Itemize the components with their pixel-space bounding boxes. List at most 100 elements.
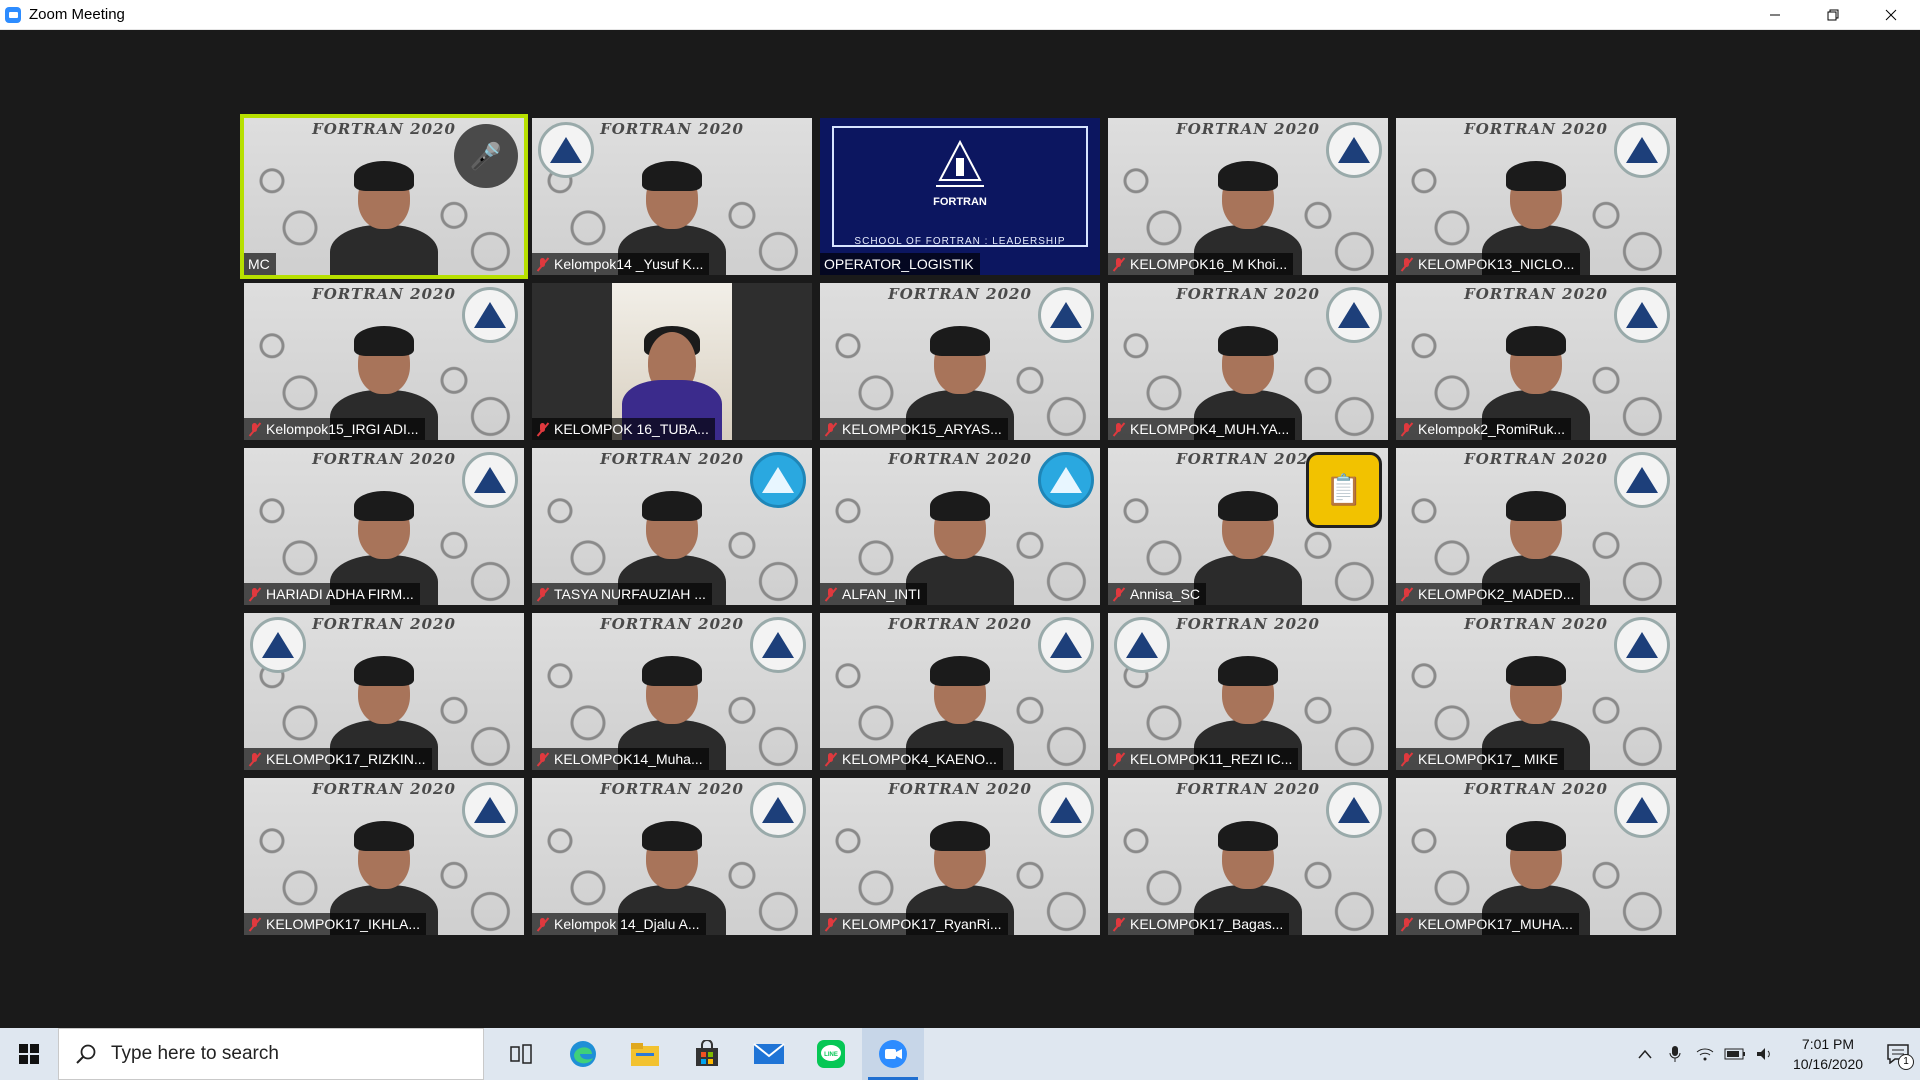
muted-mic-icon (824, 752, 837, 767)
volume-button[interactable] (1750, 1028, 1780, 1080)
zoom-icon (879, 1040, 907, 1068)
participant-tile[interactable]: FORTRAN 2020 TASYA NURFAUZIAH ... (532, 448, 812, 605)
close-button[interactable] (1862, 0, 1920, 29)
fortran-logo-icon (1326, 287, 1382, 343)
participant-name: KELOMPOK11_REZI IC... (1130, 751, 1293, 767)
participant-tile[interactable]: FORTRAN 2020 KELOMPOK13_NICLO... (1396, 118, 1676, 275)
participant-name-bar: KELOMPOK17_IKHLA... (244, 913, 427, 935)
fortran-logo-icon (1038, 617, 1094, 673)
fortran-logo-icon (538, 122, 594, 178)
fortran-emblem-icon (936, 140, 984, 187)
microphone-tray-button[interactable] (1660, 1028, 1690, 1080)
participant-tile[interactable]: FORTRAN 2020 HARIADI ADHA FIRM... (244, 448, 524, 605)
minimize-button[interactable] (1746, 0, 1804, 29)
file-explorer-button[interactable] (614, 1028, 676, 1080)
action-center-button[interactable]: 1 (1876, 1028, 1920, 1080)
participant-tile[interactable]: FORTRAN 2020 KELOMPOK4_KAENO... (820, 613, 1100, 770)
participant-name-bar: KELOMPOK16_M Khoi... (1108, 253, 1294, 275)
zoom-taskbar-button[interactable] (862, 1028, 924, 1080)
muted-mic-icon (1400, 422, 1413, 437)
slide-tagline: SCHOOL OF FORTRAN : LEADERSHIP (854, 236, 1066, 247)
participant-tile[interactable]: FORTRAN 2020 ALFAN_INTI (820, 448, 1100, 605)
participant-name-bar: KELOMPOK13_NICLO... (1396, 253, 1581, 275)
participant-tile[interactable]: FORTRAN 2020 📋 Annisa_SC (1108, 448, 1388, 605)
fortran-logo-icon (1038, 452, 1094, 508)
participant-name-bar: KELOMPOK17_RIZKIN... (244, 748, 432, 770)
participant-tile[interactable]: FORTRAN 2020 KELOMPOK17_Bagas... (1108, 778, 1388, 935)
participant-name: KELOMPOK17_MUHA... (1418, 916, 1573, 932)
participant-name: Kelompok2_RomiRuk... (1418, 421, 1566, 437)
fortran-logo-icon (1614, 287, 1670, 343)
participant-tile[interactable]: FORTRAN 2020 KELOMPOK17_MUHA... (1396, 778, 1676, 935)
participant-name: HARIADI ADHA FIRM... (266, 586, 414, 602)
edge-button[interactable] (552, 1028, 614, 1080)
network-button[interactable] (1690, 1028, 1720, 1080)
fortran-logo-icon (1614, 452, 1670, 508)
notification-count: 1 (1898, 1054, 1914, 1070)
participant-tile[interactable]: FORTRAN 2020 KELOMPOK17_RyanRi... (820, 778, 1100, 935)
participant-tile[interactable]: FORTRAN 2020 KELOMPOK15_ARYAS... (820, 283, 1100, 440)
file-explorer-icon (631, 1043, 659, 1066)
participant-tile[interactable]: FORTRAN 2020 KELOMPOK2_MADED... (1396, 448, 1676, 605)
battery-icon (1724, 1048, 1745, 1060)
fortran-logo-icon (250, 617, 306, 673)
battery-button[interactable] (1720, 1028, 1750, 1080)
fortran-logo-icon (462, 287, 518, 343)
muted-mic-icon (1112, 752, 1125, 767)
taskbar-clock[interactable]: 7:01 PM 10/16/2020 (1780, 1034, 1876, 1074)
microphone-icon (1669, 1046, 1681, 1062)
muted-mic-icon (248, 587, 261, 602)
participant-name-bar: Kelompok 14_Djalu A... (532, 913, 706, 935)
participant-name: KELOMPOK17_ MIKE (1418, 751, 1559, 767)
search-icon (76, 1044, 96, 1064)
pinned-apps: LINE (490, 1028, 924, 1080)
participant-name: KELOMPOK16_M Khoi... (1130, 256, 1288, 272)
participant-tile[interactable]: FORTRAN 2020 Kelompok 14_Djalu A... (532, 778, 812, 935)
participant-tile[interactable]: FORTRAN 2020 KELOMPOK17_IKHLA... (244, 778, 524, 935)
participant-name: KELOMPOK14_Muha... (554, 751, 703, 767)
task-view-button[interactable] (490, 1028, 552, 1080)
start-button[interactable] (0, 1028, 58, 1080)
participant-tile[interactable]: KELOMPOK 16_TUBA... (532, 283, 812, 440)
participant-tile[interactable]: FORTRAN 2020 KELOMPOK17_ MIKE (1396, 613, 1676, 770)
participant-tile[interactable]: FORTRAN 2020 Kelompok2_RomiRuk... (1396, 283, 1676, 440)
participant-name: KELOMPOK 16_TUBA... (554, 421, 709, 437)
participant-name-bar: KELOMPOK17_ MIKE (1396, 748, 1565, 770)
muted-mic-icon (1400, 917, 1413, 932)
line-button[interactable]: LINE (800, 1028, 862, 1080)
participant-tile[interactable]: FORTRAN 2020 KELOMPOK4_MUH.YA... (1108, 283, 1388, 440)
muted-mic-icon (1112, 257, 1125, 272)
show-hidden-icons-button[interactable] (1630, 1028, 1660, 1080)
participant-name: KELOMPOK17_RyanRi... (842, 916, 1002, 932)
participant-figure (324, 155, 444, 275)
participant-tile[interactable]: FORTRAN 2020 KELOMPOK14_Muha... (532, 613, 812, 770)
participant-tile[interactable]: FORTRAN 2020 Kelompok15_IRGI ADI... (244, 283, 524, 440)
fortran-logo-icon (750, 452, 806, 508)
windows-logo-icon (19, 1044, 39, 1064)
participant-name: KELOMPOK2_MADED... (1418, 586, 1575, 602)
fortran-logo-icon (750, 782, 806, 838)
mail-button[interactable] (738, 1028, 800, 1080)
participant-name-bar: KELOMPOK4_MUH.YA... (1108, 418, 1296, 440)
participant-name: KELOMPOK4_MUH.YA... (1130, 421, 1290, 437)
muted-mic-icon (1112, 422, 1125, 437)
microsoft-store-button[interactable] (676, 1028, 738, 1080)
participant-name: KELOMPOK4_KAENO... (842, 751, 997, 767)
muted-mic-icon (248, 752, 261, 767)
participant-name-bar: KELOMPOK 16_TUBA... (532, 418, 715, 440)
participant-tile[interactable]: FORTRAN 2020 🎤 MC (240, 114, 528, 279)
participant-tile[interactable]: FORTRAN 2020 KELOMPOK16_M Khoi... (1108, 118, 1388, 275)
clipboard-icon: 📋 (1306, 452, 1382, 528)
muted-mic-icon (1112, 587, 1125, 602)
participant-tile[interactable]: FORTRAN 2020 Kelompok14 _Yusuf K... (532, 118, 812, 275)
participant-name-bar: KELOMPOK15_ARYAS... (820, 418, 1008, 440)
participant-tile[interactable]: FORTRAN SCHOOL OF FORTRAN : LEADERSHIP OPE… (820, 118, 1100, 275)
participant-tile[interactable]: FORTRAN 2020 KELOMPOK17_RIZKIN... (244, 613, 524, 770)
participant-name-bar: TASYA NURFAUZIAH ... (532, 583, 712, 605)
restore-button[interactable] (1804, 0, 1862, 29)
participant-tile[interactable]: FORTRAN 2020 KELOMPOK11_REZI IC... (1108, 613, 1388, 770)
taskbar-search-box[interactable]: Type here to search (58, 1028, 484, 1080)
video-gallery: FORTRAN 2020 🎤 MC FORTRAN 2020 Kelompok14 _Y… (0, 30, 1920, 1029)
muted-mic-icon (248, 917, 261, 932)
participant-name: MC (248, 256, 270, 272)
